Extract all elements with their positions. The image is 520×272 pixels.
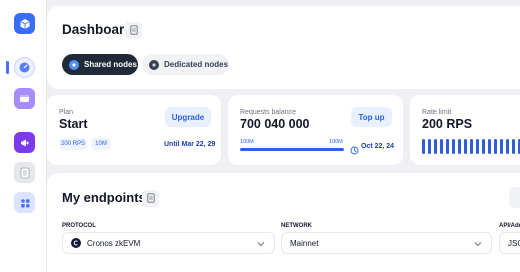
protocol-select[interactable]: Cronos zkEVM [62,232,275,254]
api-label: API/Add [499,223,520,229]
plan-label: Plan [59,109,74,116]
plan-until: Until Mar 22, 29 [164,141,216,148]
protocol-label: PROTOCOL [62,223,96,229]
rate-limit-bars [422,139,520,154]
dedicated-nodes-icon [149,59,159,70]
network-select[interactable]: Mainnet [281,232,492,254]
tab-shared-nodes[interactable]: Shared nodes [62,54,138,75]
document-icon [129,22,138,40]
shared-nodes-icon [69,59,79,70]
document-icon[interactable] [14,162,35,183]
chevron-down-icon [257,240,265,249]
balance-progress-bar [240,148,344,151]
tab-dedicated-nodes[interactable]: Dedicated nodes [142,54,229,75]
api-value: JSO [508,238,520,248]
rate-bar [494,139,497,154]
rate-bar [428,139,431,154]
chevron-down-icon [474,240,482,249]
sidebar [0,0,47,272]
grid-icon[interactable] [14,192,35,213]
balance-min-label: 100M [240,139,254,145]
rps-chip: 200 RPS [59,138,87,150]
rate-bar [482,139,485,154]
top-up-button[interactable]: Top up [351,107,392,127]
rate-bar [512,139,515,154]
requests-value: 700 040 000 [240,117,310,131]
wallet-icon[interactable] [14,88,35,109]
tab-label: Shared nodes [84,59,137,69]
active-indicator [6,61,9,74]
rate-bar [458,139,461,154]
add-endpoint-button[interactable] [509,187,520,208]
rate-bar [446,139,449,154]
rate-bar [506,139,509,154]
balance-date: Oct 22, 24 [361,143,395,150]
rate-bar [488,139,491,154]
history-icon [350,142,359,160]
protocol-value: Cronos zkEVM [87,238,141,248]
network-value: Mainnet [290,238,319,248]
rate-bar [476,139,479,154]
rate-label: Rate limit [422,109,452,116]
network-label: NETWORK [281,223,312,229]
plan-value: Start [59,117,88,131]
rate-bar [500,139,503,154]
tab-label: Dedicated nodes [164,59,229,69]
rate-bar [464,139,467,154]
rate-bar [470,139,473,154]
api-select[interactable]: JSO [499,232,520,254]
requests-label: Requests balance [240,109,297,116]
endpoints-docs-button[interactable] [142,190,159,207]
docs-button[interactable] [125,22,142,39]
rate-bar [434,139,437,154]
rate-bar [422,139,425,154]
cube-logo-icon[interactable] [14,13,35,34]
rate-bar [440,139,443,154]
rate-bar [452,139,455,154]
page-title: Dashboard [62,22,133,37]
document-icon [146,190,155,208]
upgrade-button[interactable]: Upgrade [165,107,211,127]
gauge-icon[interactable] [14,57,35,78]
dashboard-header [47,6,520,89]
balance-progress-fill [240,148,344,151]
megaphone-icon[interactable] [14,132,35,153]
balance-max-label: 100M [329,139,343,145]
volume-chip: 10M [91,138,111,150]
rate-value: 200 RPS [422,117,473,131]
endpoints-title: My endpoints [62,190,146,205]
cronos-logo-icon [71,238,81,248]
